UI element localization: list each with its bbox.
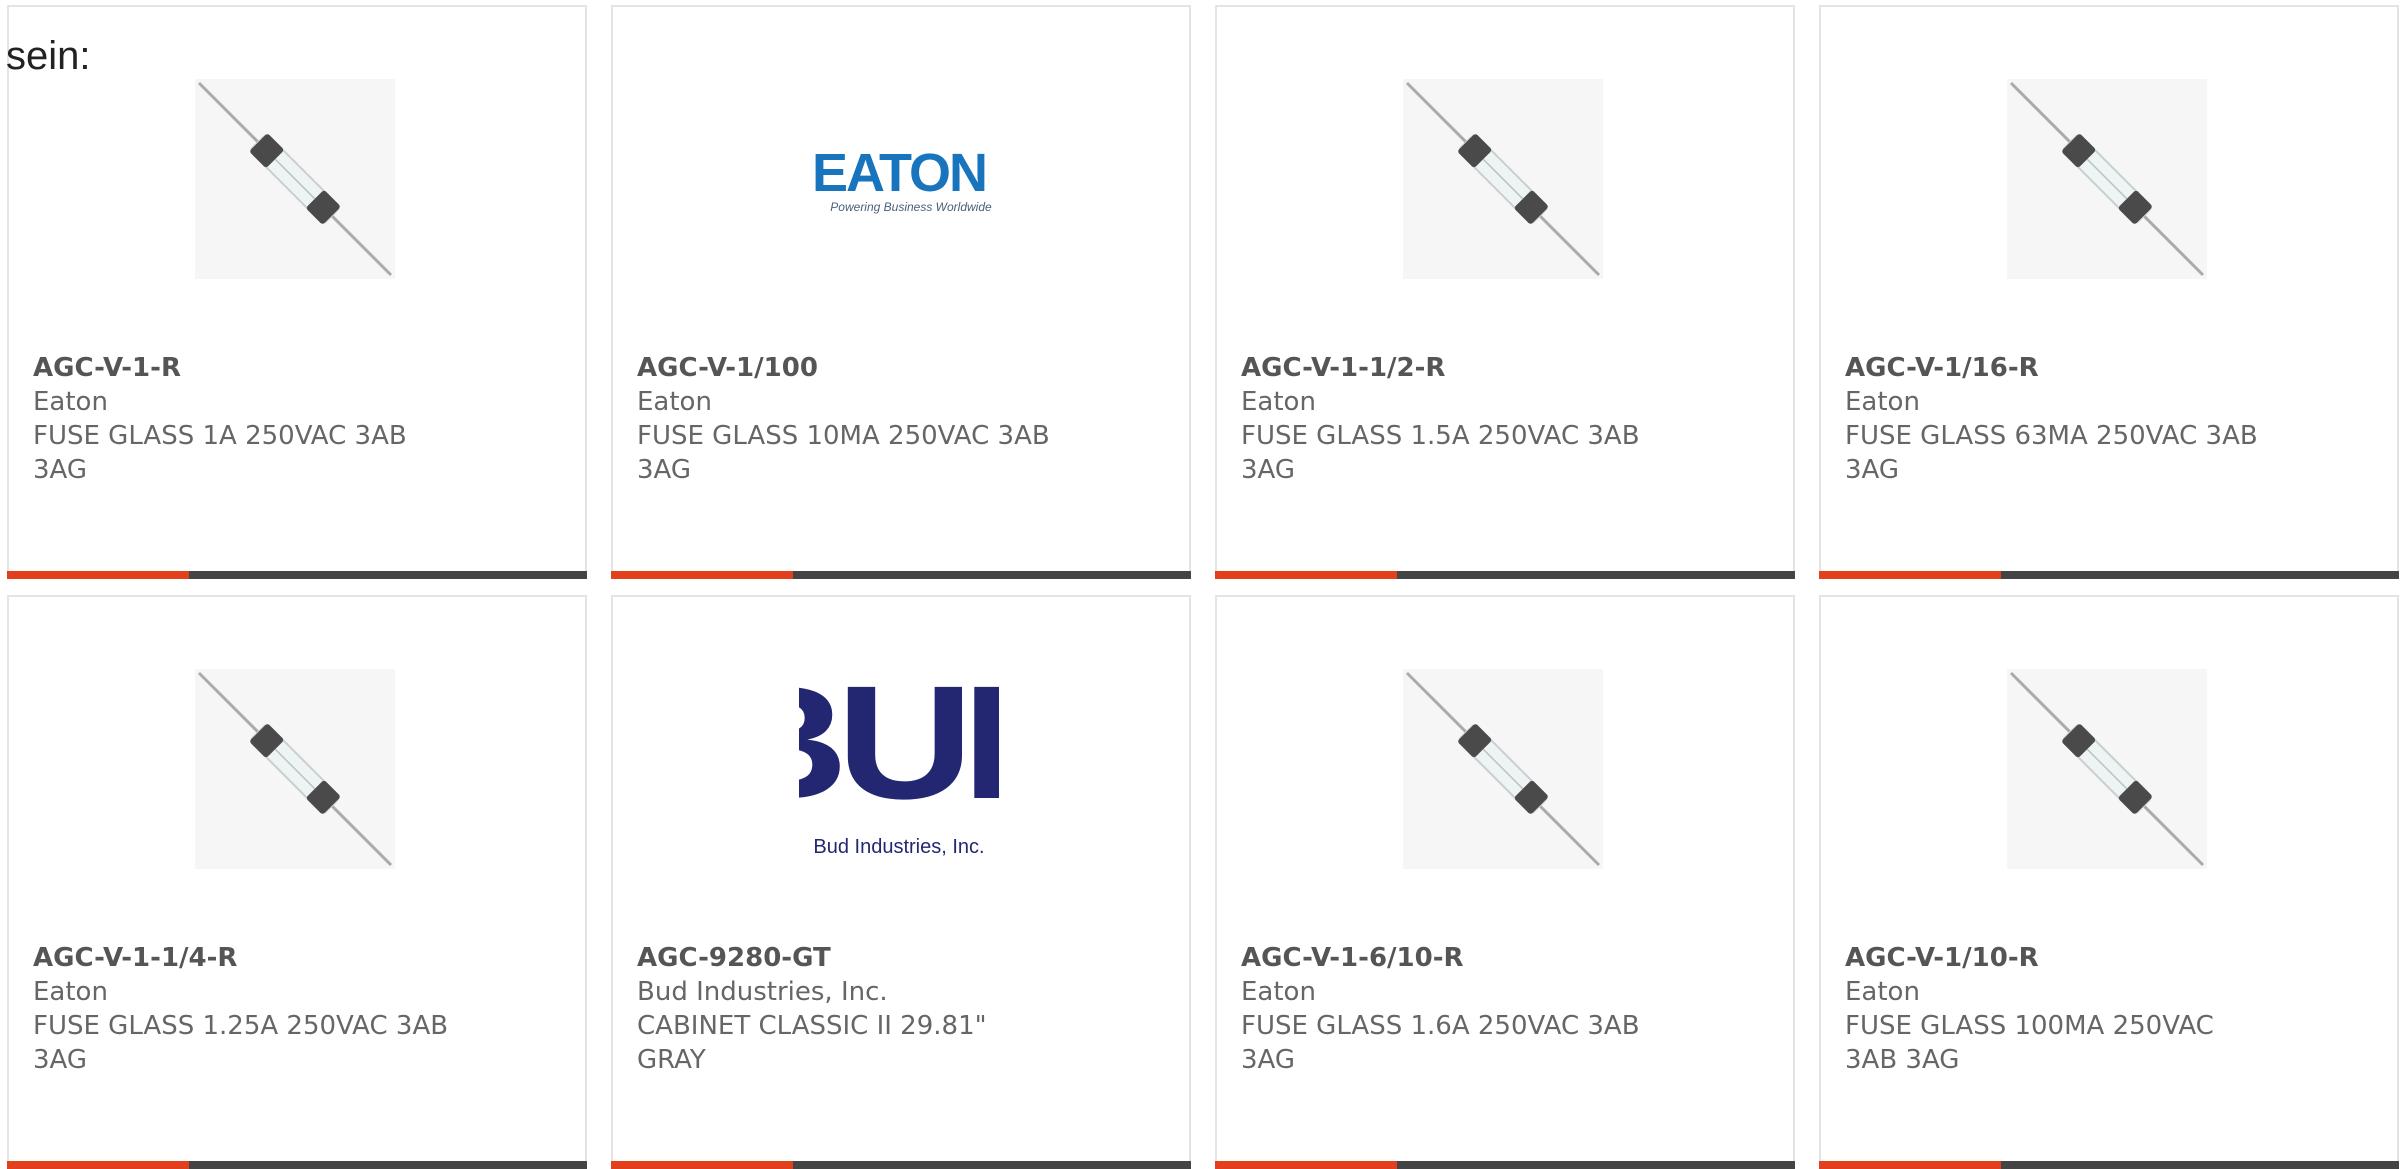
bud-logo-tagline: Bud Industries, Inc. [813,836,984,858]
card-bottom-bar [1215,1161,1795,1169]
card-accent-bar [1819,571,2001,579]
manufacturer: Bud Industries, Inc. [637,977,888,1007]
part-number[interactable]: AGC-V-1-1/2-R [1241,351,1661,385]
card-bottom-bar [7,1161,587,1169]
product-card[interactable]: AGC-V-1/16-R Eaton FUSE GLASS 63MA 250VA… [1819,5,2399,579]
description: FUSE GLASS 1.6A 250VAC 3AB 3AG [1241,1011,1640,1075]
part-number[interactable]: AGC-V-1-1/4-R [33,941,453,975]
description: FUSE GLASS 10MA 250VAC 3AB 3AG [637,421,1050,485]
fuse-image [195,669,395,869]
card-bottom-bar [1819,571,2399,579]
manufacturer: Eaton [33,387,108,417]
manufacturer: Eaton [1241,387,1316,417]
fuse-image [2007,79,2207,279]
card-accent-bar [7,1161,189,1169]
product-card[interactable]: AGC-V-1-1/4-R Eaton FUSE GLASS 1.25A 250… [7,595,587,1169]
part-number[interactable]: AGC-V-1/100 [637,351,1057,385]
eaton-logo-text: EATON [812,143,986,203]
card-accent-bar [611,571,793,579]
bud-logo-text: BUD [799,679,999,833]
fuse-image [2007,669,2207,869]
part-number[interactable]: AGC-V-1/10-R [1845,941,2265,975]
product-card[interactable]: AGC-V-1/10-R Eaton FUSE GLASS 100MA 250V… [1819,595,2399,1169]
part-number[interactable]: AGC-V-1/16-R [1845,351,2265,385]
card-accent-bar [1215,571,1397,579]
eaton-logo-tagline: Powering Business Worldwide [830,200,992,214]
card-accent-bar [611,1161,793,1169]
manufacturer: Eaton [637,387,712,417]
fuse-image [1403,669,1603,869]
manufacturer: Eaton [33,977,108,1007]
bud-logo: BUD Bud Industries, Inc. [799,669,999,869]
description: FUSE GLASS 63MA 250VAC 3AB 3AG [1845,421,2258,485]
card-accent-bar [7,571,189,579]
product-card[interactable]: BUD Bud Industries, Inc. AGC-9280-GT Bud… [611,595,1191,1169]
manufacturer: Eaton [1845,977,1920,1007]
product-card[interactable]: AGC-V-1-R Eaton FUSE GLASS 1A 250VAC 3AB… [7,5,587,579]
card-bottom-bar [7,571,587,579]
product-card[interactable]: AGC-V-1-1/2-R Eaton FUSE GLASS 1.5A 250V… [1215,5,1795,579]
fuse-image [195,79,395,279]
description: FUSE GLASS 1.25A 250VAC 3AB 3AG [33,1011,449,1075]
description: FUSE GLASS 1A 250VAC 3AB 3AG [33,421,407,485]
eaton-logo: EATON Powering Business Worldwide [799,79,999,279]
card-bottom-bar [611,1161,1191,1169]
description: FUSE GLASS 1.5A 250VAC 3AB 3AG [1241,421,1640,485]
manufacturer: Eaton [1241,977,1316,1007]
card-bottom-bar [1215,571,1795,579]
part-number[interactable]: AGC-V-1-R [33,351,453,385]
description: FUSE GLASS 100MA 250VAC 3AB 3AG [1845,1011,2214,1075]
description: CABINET CLASSIC II 29.81" GRAY [637,1011,987,1075]
intro-text: sein: [6,34,91,78]
product-card[interactable]: AGC-V-1-6/10-R Eaton FUSE GLASS 1.6A 250… [1215,595,1795,1169]
card-accent-bar [1215,1161,1397,1169]
part-number[interactable]: AGC-9280-GT [637,941,1057,975]
part-number[interactable]: AGC-V-1-6/10-R [1241,941,1661,975]
card-accent-bar [1819,1161,2001,1169]
card-bottom-bar [1819,1161,2399,1169]
product-card[interactable]: EATON Powering Business Worldwide AGC-V-… [611,5,1191,579]
card-bottom-bar [611,571,1191,579]
product-grid: AGC-V-1-R Eaton FUSE GLASS 1A 250VAC 3AB… [7,5,2399,1169]
fuse-image [1403,79,1603,279]
manufacturer: Eaton [1845,387,1920,417]
